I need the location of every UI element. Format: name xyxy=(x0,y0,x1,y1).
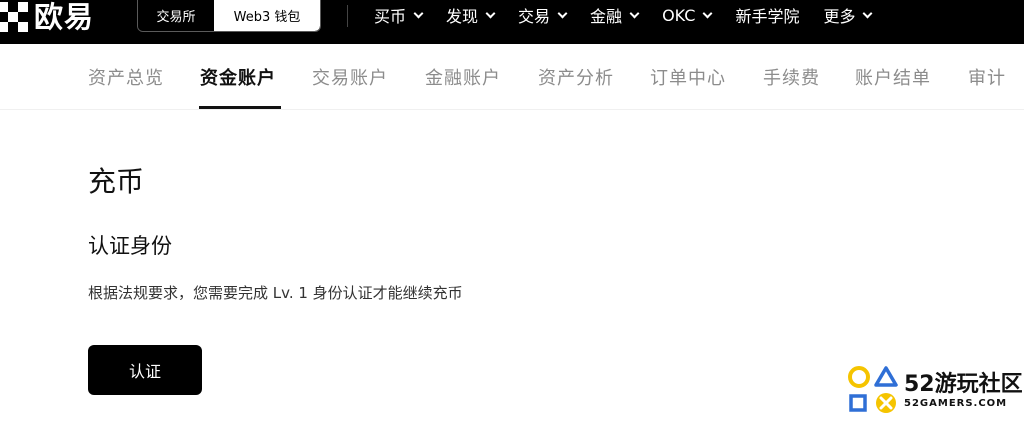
tab-funding-account[interactable]: 资金账户 xyxy=(200,64,276,90)
verification-requirement-text: 根据法规要求，您需要完成 Lv. 1 身份认证才能继续充币 xyxy=(88,284,463,302)
active-tab-indicator xyxy=(199,106,281,109)
section-title: 认证身份 xyxy=(88,234,172,258)
watermark-domain: 52GAMERS.COM xyxy=(904,398,1008,409)
nav-item-more[interactable]: 更多 xyxy=(823,3,873,27)
web3-wallet-mode-button[interactable]: Web3 钱包 xyxy=(214,0,320,31)
nav-item-label: 交易 xyxy=(518,7,551,26)
top-nav-bar: 欧易 交易所 Web3 钱包 买币 发现 交易 金融 OKC 新手学院 更多 xyxy=(0,0,1024,44)
nav-item-okc[interactable]: OKC xyxy=(662,5,713,25)
tab-asset-overview[interactable]: 资产总览 xyxy=(88,64,164,90)
tab-trading-account[interactable]: 交易账户 xyxy=(312,64,388,90)
watermark: 52游玩社区 52GAMERS.COM xyxy=(846,364,1023,416)
okx-logo-icon xyxy=(0,2,28,32)
nav-item-discover[interactable]: 发现 xyxy=(446,3,496,27)
chevron-down-icon xyxy=(629,8,640,18)
watermark-name: 52游玩社区 xyxy=(904,372,1023,397)
brand-logo[interactable]: 欧易 xyxy=(0,0,94,34)
chevron-down-icon xyxy=(863,8,873,18)
gamepad-symbols-icon xyxy=(848,366,898,413)
main-nav: 买币 发现 交易 金融 OKC 新手学院 更多 xyxy=(374,0,895,30)
brand-name: 欧易 xyxy=(34,0,95,34)
tab-finance-account[interactable]: 金融账户 xyxy=(425,64,501,90)
nav-item-label: 新手学院 xyxy=(735,7,800,26)
chevron-down-icon xyxy=(557,8,568,18)
tab-asset-analysis[interactable]: 资产分析 xyxy=(538,64,614,90)
chevron-down-icon xyxy=(413,8,424,18)
nav-divider xyxy=(347,5,348,27)
nav-item-academy[interactable]: 新手学院 xyxy=(735,3,799,27)
nav-item-label: 发现 xyxy=(446,7,479,26)
tab-audit[interactable]: 审计 xyxy=(968,64,1006,90)
nav-item-label: 更多 xyxy=(823,7,856,26)
nav-item-finance[interactable]: 金融 xyxy=(590,3,640,27)
mode-switch: 交易所 Web3 钱包 xyxy=(137,0,321,32)
nav-item-label: 买币 xyxy=(374,7,407,26)
nav-item-label: OKC xyxy=(662,5,696,25)
nav-item-buy-crypto[interactable]: 买币 xyxy=(374,3,424,27)
exchange-mode-button[interactable]: 交易所 xyxy=(138,0,214,31)
nav-item-label: 金融 xyxy=(590,7,623,26)
account-tabs: 资产总览 资金账户 交易账户 金融账户 资产分析 订单中心 手续费 账户结单 审… xyxy=(0,44,1024,110)
tab-account-statement[interactable]: 账户结单 xyxy=(855,64,931,90)
chevron-down-icon xyxy=(485,8,496,18)
page-title: 充币 xyxy=(88,165,145,198)
verify-button[interactable]: 认证 xyxy=(88,345,202,395)
nav-item-trade[interactable]: 交易 xyxy=(518,3,568,27)
tab-fees[interactable]: 手续费 xyxy=(763,64,820,90)
tab-order-center[interactable]: 订单中心 xyxy=(650,64,726,90)
chevron-down-icon xyxy=(703,8,713,18)
